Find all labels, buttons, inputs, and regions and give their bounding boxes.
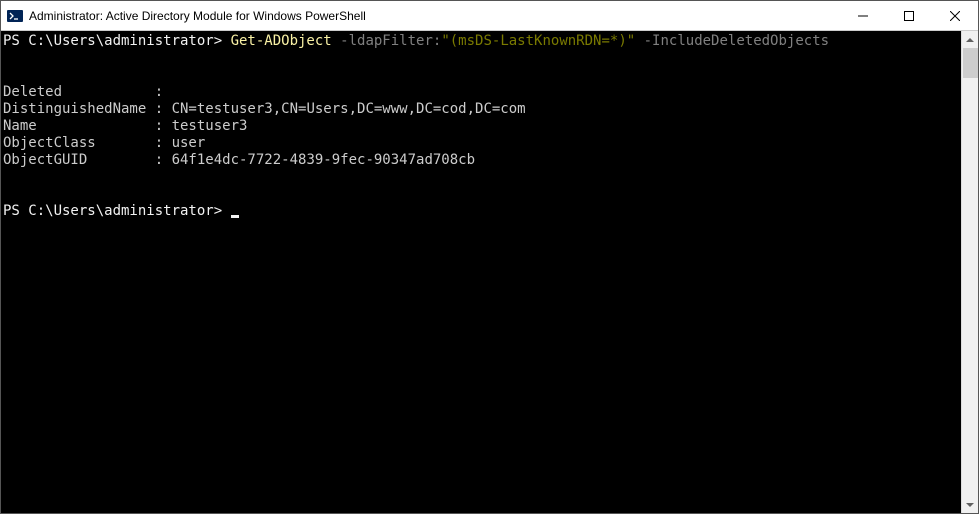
- cmd-param: -IncludeDeletedObjects: [635, 33, 829, 49]
- output-label: DistinguishedName :: [3, 101, 172, 117]
- titlebar[interactable]: Administrator: Active Directory Module f…: [1, 1, 978, 31]
- prompt-text: PS C:\Users\administrator>: [3, 33, 231, 49]
- minimize-button[interactable]: [840, 1, 886, 30]
- scroll-up-icon[interactable]: [962, 31, 978, 48]
- terminal[interactable]: PS C:\Users\administrator> Get-ADObject …: [1, 31, 961, 513]
- cursor: [231, 215, 239, 218]
- powershell-icon: [7, 8, 23, 24]
- scroll-thumb[interactable]: [963, 48, 978, 78]
- prompt-text: PS C:\Users\administrator>: [3, 203, 231, 219]
- close-button[interactable]: [932, 1, 978, 30]
- cmd-string: "(msDS-LastKnownRDN=*)": [441, 33, 635, 49]
- window-title: Administrator: Active Directory Module f…: [29, 9, 840, 23]
- cmdlet-name: Get-ADObject: [231, 33, 332, 49]
- output-value: user: [172, 135, 206, 151]
- scroll-down-icon[interactable]: [962, 496, 978, 513]
- output-label: ObjectClass :: [3, 135, 172, 151]
- output-label: Name :: [3, 118, 172, 134]
- output-value: CN=testuser3,CN=Users,DC=www,DC=cod,DC=c…: [172, 101, 526, 117]
- cmd-param: -ldapFilter:: [332, 33, 442, 49]
- output-line: Deleted :: [3, 84, 163, 100]
- scrollbar[interactable]: [961, 31, 978, 513]
- terminal-area: PS C:\Users\administrator> Get-ADObject …: [1, 31, 978, 513]
- window-controls: [840, 1, 978, 30]
- maximize-button[interactable]: [886, 1, 932, 30]
- output-label: ObjectGUID :: [3, 152, 172, 168]
- output-value: testuser3: [172, 118, 248, 134]
- output-value: 64f1e4dc-7722-4839-9fec-90347ad708cb: [172, 152, 475, 168]
